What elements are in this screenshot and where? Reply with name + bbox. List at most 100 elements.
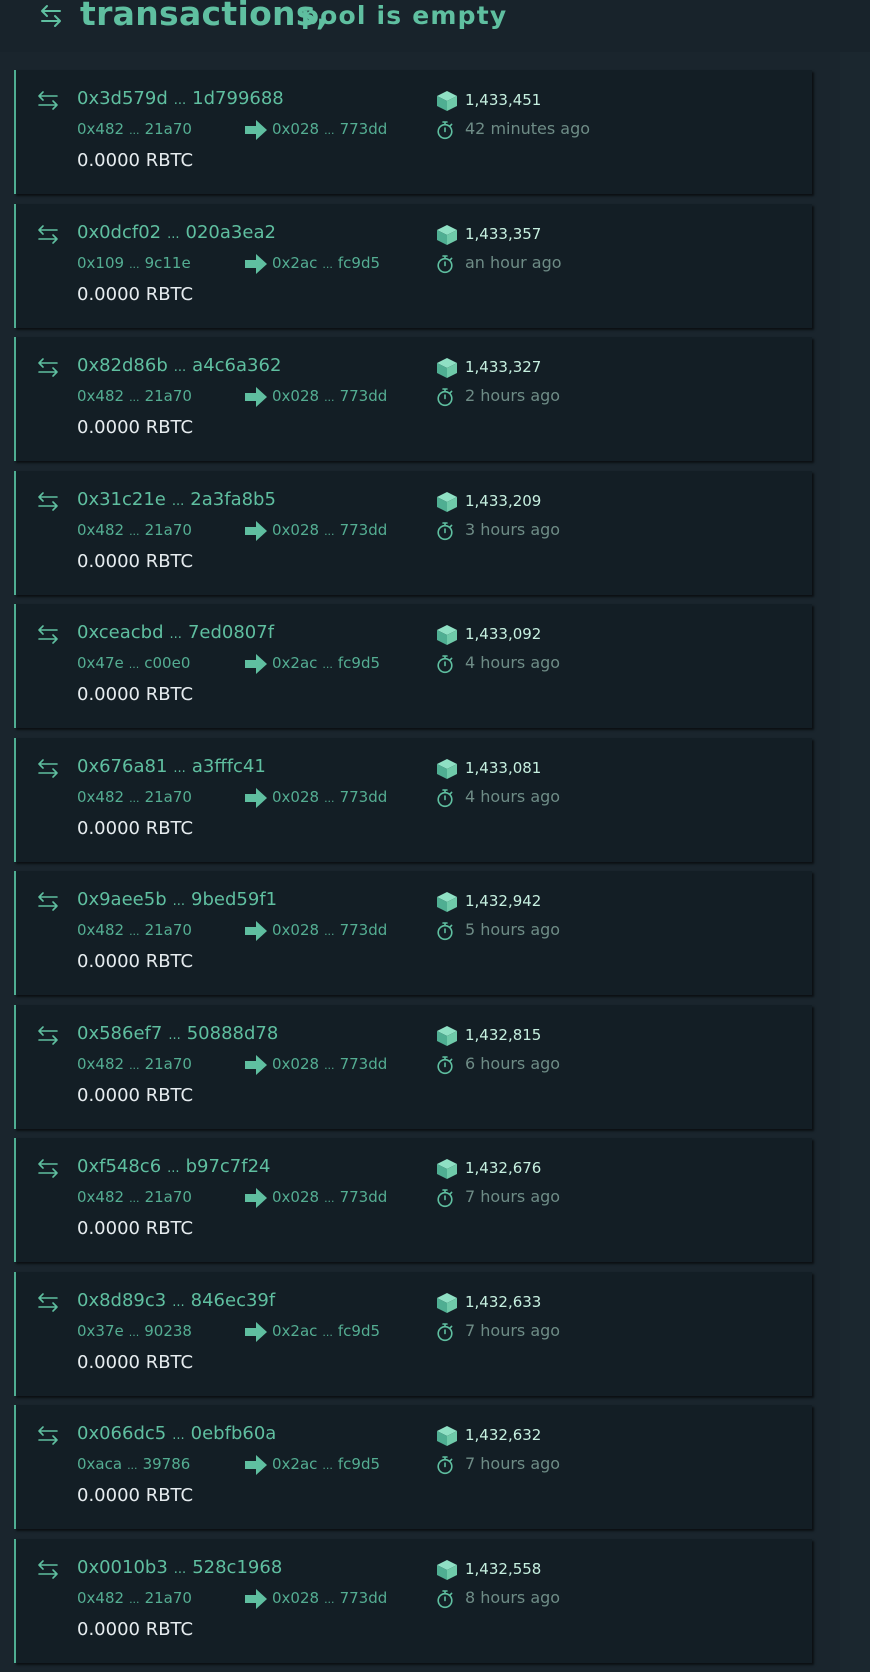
transaction-card[interactable]: 0x8d89c3... 846ec39f 0x37e... 90238 0x2ac.… <box>14 1271 812 1396</box>
to-address-link[interactable]: 0x028... 773dd <box>272 521 387 539</box>
tx-hash-link[interactable]: 0x586ef7... 50888d78 <box>77 1023 278 1044</box>
tx-from-start: 0x482 <box>77 1588 125 1607</box>
swap-arrows-icon <box>38 625 58 644</box>
transaction-card[interactable]: 0x676a81... a3fffc41 0x482... 21a70 0x028.… <box>14 737 812 862</box>
transaction-card[interactable]: 0x3d579d... 1d799688 0x482... 21a70 0x028.… <box>14 70 812 194</box>
transaction-card[interactable]: 0x82d86b... a4c6a362 0x482... 21a70 0x028.… <box>14 337 812 461</box>
from-address-link[interactable]: 0x47e... c00e0 <box>77 654 190 672</box>
tx-to-start: 0x028 <box>272 120 320 138</box>
to-address-link[interactable]: 0x028... 773dd <box>272 387 387 405</box>
to-address-link[interactable]: 0x028... 773dd <box>272 921 387 939</box>
stopwatch-icon <box>437 1055 453 1074</box>
from-address-link[interactable]: 0x482... 21a70 <box>77 521 192 539</box>
from-address-link[interactable]: 0x482... 21a70 <box>77 387 192 405</box>
stopwatch-icon <box>437 521 453 540</box>
transaction-card[interactable]: 0x0010b3... 528c1968 0x482... 21a70 0x028.… <box>14 1538 812 1663</box>
tx-age: 2 hours ago <box>465 386 561 405</box>
block-number-link[interactable]: 1,433,327 <box>465 358 541 376</box>
arrow-right-icon <box>245 1054 267 1075</box>
tx-age: 6 hours ago <box>465 1053 561 1073</box>
ellipsis: ... <box>129 791 140 805</box>
from-address-link[interactable]: 0x482... 21a70 <box>77 788 192 806</box>
arrow-right-icon <box>245 1588 267 1609</box>
scroll-track[interactable] <box>840 52 870 1672</box>
transaction-card[interactable]: 0x9aee5b... 9bed59f1 0x482... 21a70 0x028.… <box>14 871 812 995</box>
tx-hash-end: 020a3ea2 <box>185 221 276 243</box>
transaction-card[interactable]: 0x586ef7... 50888d78 0x482... 21a70 0x028.… <box>14 1004 812 1129</box>
ellipsis: ... <box>324 925 335 938</box>
to-address-link[interactable]: 0x028... 773dd <box>272 1589 387 1607</box>
tx-hash-link[interactable]: 0xf548c6... b97c7f24 <box>77 1156 270 1177</box>
from-address-link[interactable]: 0x482... 21a70 <box>77 1188 192 1206</box>
from-address-link[interactable]: 0x482... 21a70 <box>77 120 192 138</box>
tx-hash-link[interactable]: 0x31c21e... 2a3fa8b5 <box>77 489 276 510</box>
cube-icon <box>437 1292 457 1313</box>
swap-arrows-icon <box>38 1426 58 1445</box>
tx-to-end: fc9d5 <box>337 1321 381 1340</box>
block-number-link[interactable]: 1,433,209 <box>465 492 541 510</box>
to-address-link[interactable]: 0x028... 773dd <box>272 788 387 806</box>
ellipsis: ... <box>322 658 333 671</box>
stopwatch-icon <box>437 922 453 941</box>
block-number-link[interactable]: 1,432,942 <box>465 892 541 910</box>
tx-hash-link[interactable]: 0x82d86b... a4c6a362 <box>77 355 281 376</box>
tx-hash-link[interactable]: 0x0010b3... 528c1968 <box>77 1557 282 1578</box>
from-address-link[interactable]: 0x482... 21a70 <box>77 921 192 939</box>
transaction-card[interactable]: 0xceacbd... 7ed0807f 0x47e... c00e0 0x2ac.… <box>14 604 812 728</box>
transaction-card[interactable]: 0x0dcf02... 020a3ea2 0x109... 9c11e 0x2ac.… <box>14 203 812 328</box>
tx-from-start: 0x47e <box>77 654 124 672</box>
from-address-link[interactable]: 0xaca... 39786 <box>77 1455 190 1473</box>
cube-icon <box>437 892 457 912</box>
from-address-link[interactable]: 0x37e... 90238 <box>77 1322 192 1340</box>
tx-hash-link[interactable]: 0x8d89c3... 846ec39f <box>77 1290 275 1311</box>
cube-icon <box>437 758 457 779</box>
tx-hash-start: 0x066dc5 <box>77 1423 167 1444</box>
stopwatch-icon <box>437 655 453 674</box>
tx-to-end: 773dd <box>339 1188 388 1206</box>
block-number-link[interactable]: 1,433,357 <box>465 225 541 243</box>
to-address-link[interactable]: 0x028... 773dd <box>272 1055 387 1073</box>
ellipsis: ... <box>173 360 187 375</box>
tx-hash-link[interactable]: 0x0dcf02... 020a3ea2 <box>77 222 276 243</box>
block-number-link[interactable]: 1,432,815 <box>465 1026 541 1044</box>
tx-hash-link[interactable]: 0x676a81... a3fffc41 <box>77 756 266 777</box>
block-number-link[interactable]: 1,433,092 <box>465 625 541 643</box>
from-address-link[interactable]: 0x482... 21a70 <box>77 1589 192 1607</box>
tx-hash-link[interactable]: 0xceacbd... 7ed0807f <box>77 622 274 643</box>
cube-icon <box>437 1426 457 1446</box>
tx-hash-end: 846ec39f <box>190 1289 276 1311</box>
to-address-link[interactable]: 0x028... 773dd <box>272 1188 387 1206</box>
tx-value: 0.0000 RBTC <box>77 283 194 305</box>
block-number-link[interactable]: 1,432,558 <box>465 1560 541 1578</box>
from-address-link[interactable]: 0x482... 21a70 <box>77 1055 192 1073</box>
block-number-link[interactable]: 1,432,633 <box>465 1293 541 1311</box>
tx-hash-end: 9bed59f1 <box>191 889 278 910</box>
stopwatch-icon <box>437 121 453 140</box>
to-address-link[interactable]: 0x2ac... fc9d5 <box>272 654 380 672</box>
swap-arrows-icon <box>38 1292 58 1312</box>
tx-hash-end: 528c1968 <box>192 1556 283 1578</box>
from-address-link[interactable]: 0x109... 9c11e <box>77 254 191 272</box>
transaction-card[interactable]: 0xf548c6... b97c7f24 0x482... 21a70 0x028.… <box>14 1138 812 1262</box>
to-address-link[interactable]: 0x028... 773dd <box>272 120 387 138</box>
block-number-link[interactable]: 1,432,632 <box>465 1426 541 1444</box>
arrow-right-icon <box>245 1321 267 1342</box>
ellipsis: ... <box>129 1058 140 1072</box>
transaction-card[interactable]: 0x31c21e... 2a3fa8b5 0x482... 21a70 0x028.… <box>14 470 812 595</box>
tx-hash-end: 7ed0807f <box>187 622 275 643</box>
to-address-link[interactable]: 0x2ac... fc9d5 <box>272 1455 380 1473</box>
ellipsis: ... <box>129 524 140 538</box>
block-number-link[interactable]: 1,432,676 <box>465 1159 541 1177</box>
pool-status: pool is empty <box>301 1 508 30</box>
tx-value: 0.0000 RBTC <box>77 817 194 839</box>
tx-hash-link[interactable]: 0x066dc5... 0ebfb60a <box>77 1423 276 1444</box>
tx-hash-link[interactable]: 0x3d579d... 1d799688 <box>77 88 284 109</box>
block-number-link[interactable]: 1,433,081 <box>465 759 541 777</box>
tx-hash-link[interactable]: 0x9aee5b... 9bed59f1 <box>77 889 277 910</box>
to-address-link[interactable]: 0x2ac... fc9d5 <box>272 254 380 272</box>
block-number-link[interactable]: 1,433,451 <box>465 91 541 109</box>
transaction-card[interactable]: 0x066dc5... 0ebfb60a 0xaca... 39786 0x2ac.… <box>14 1405 812 1529</box>
tx-from-start: 0x482 <box>77 921 125 939</box>
to-address-link[interactable]: 0x2ac... fc9d5 <box>272 1322 380 1340</box>
ellipsis: ... <box>322 1459 333 1472</box>
